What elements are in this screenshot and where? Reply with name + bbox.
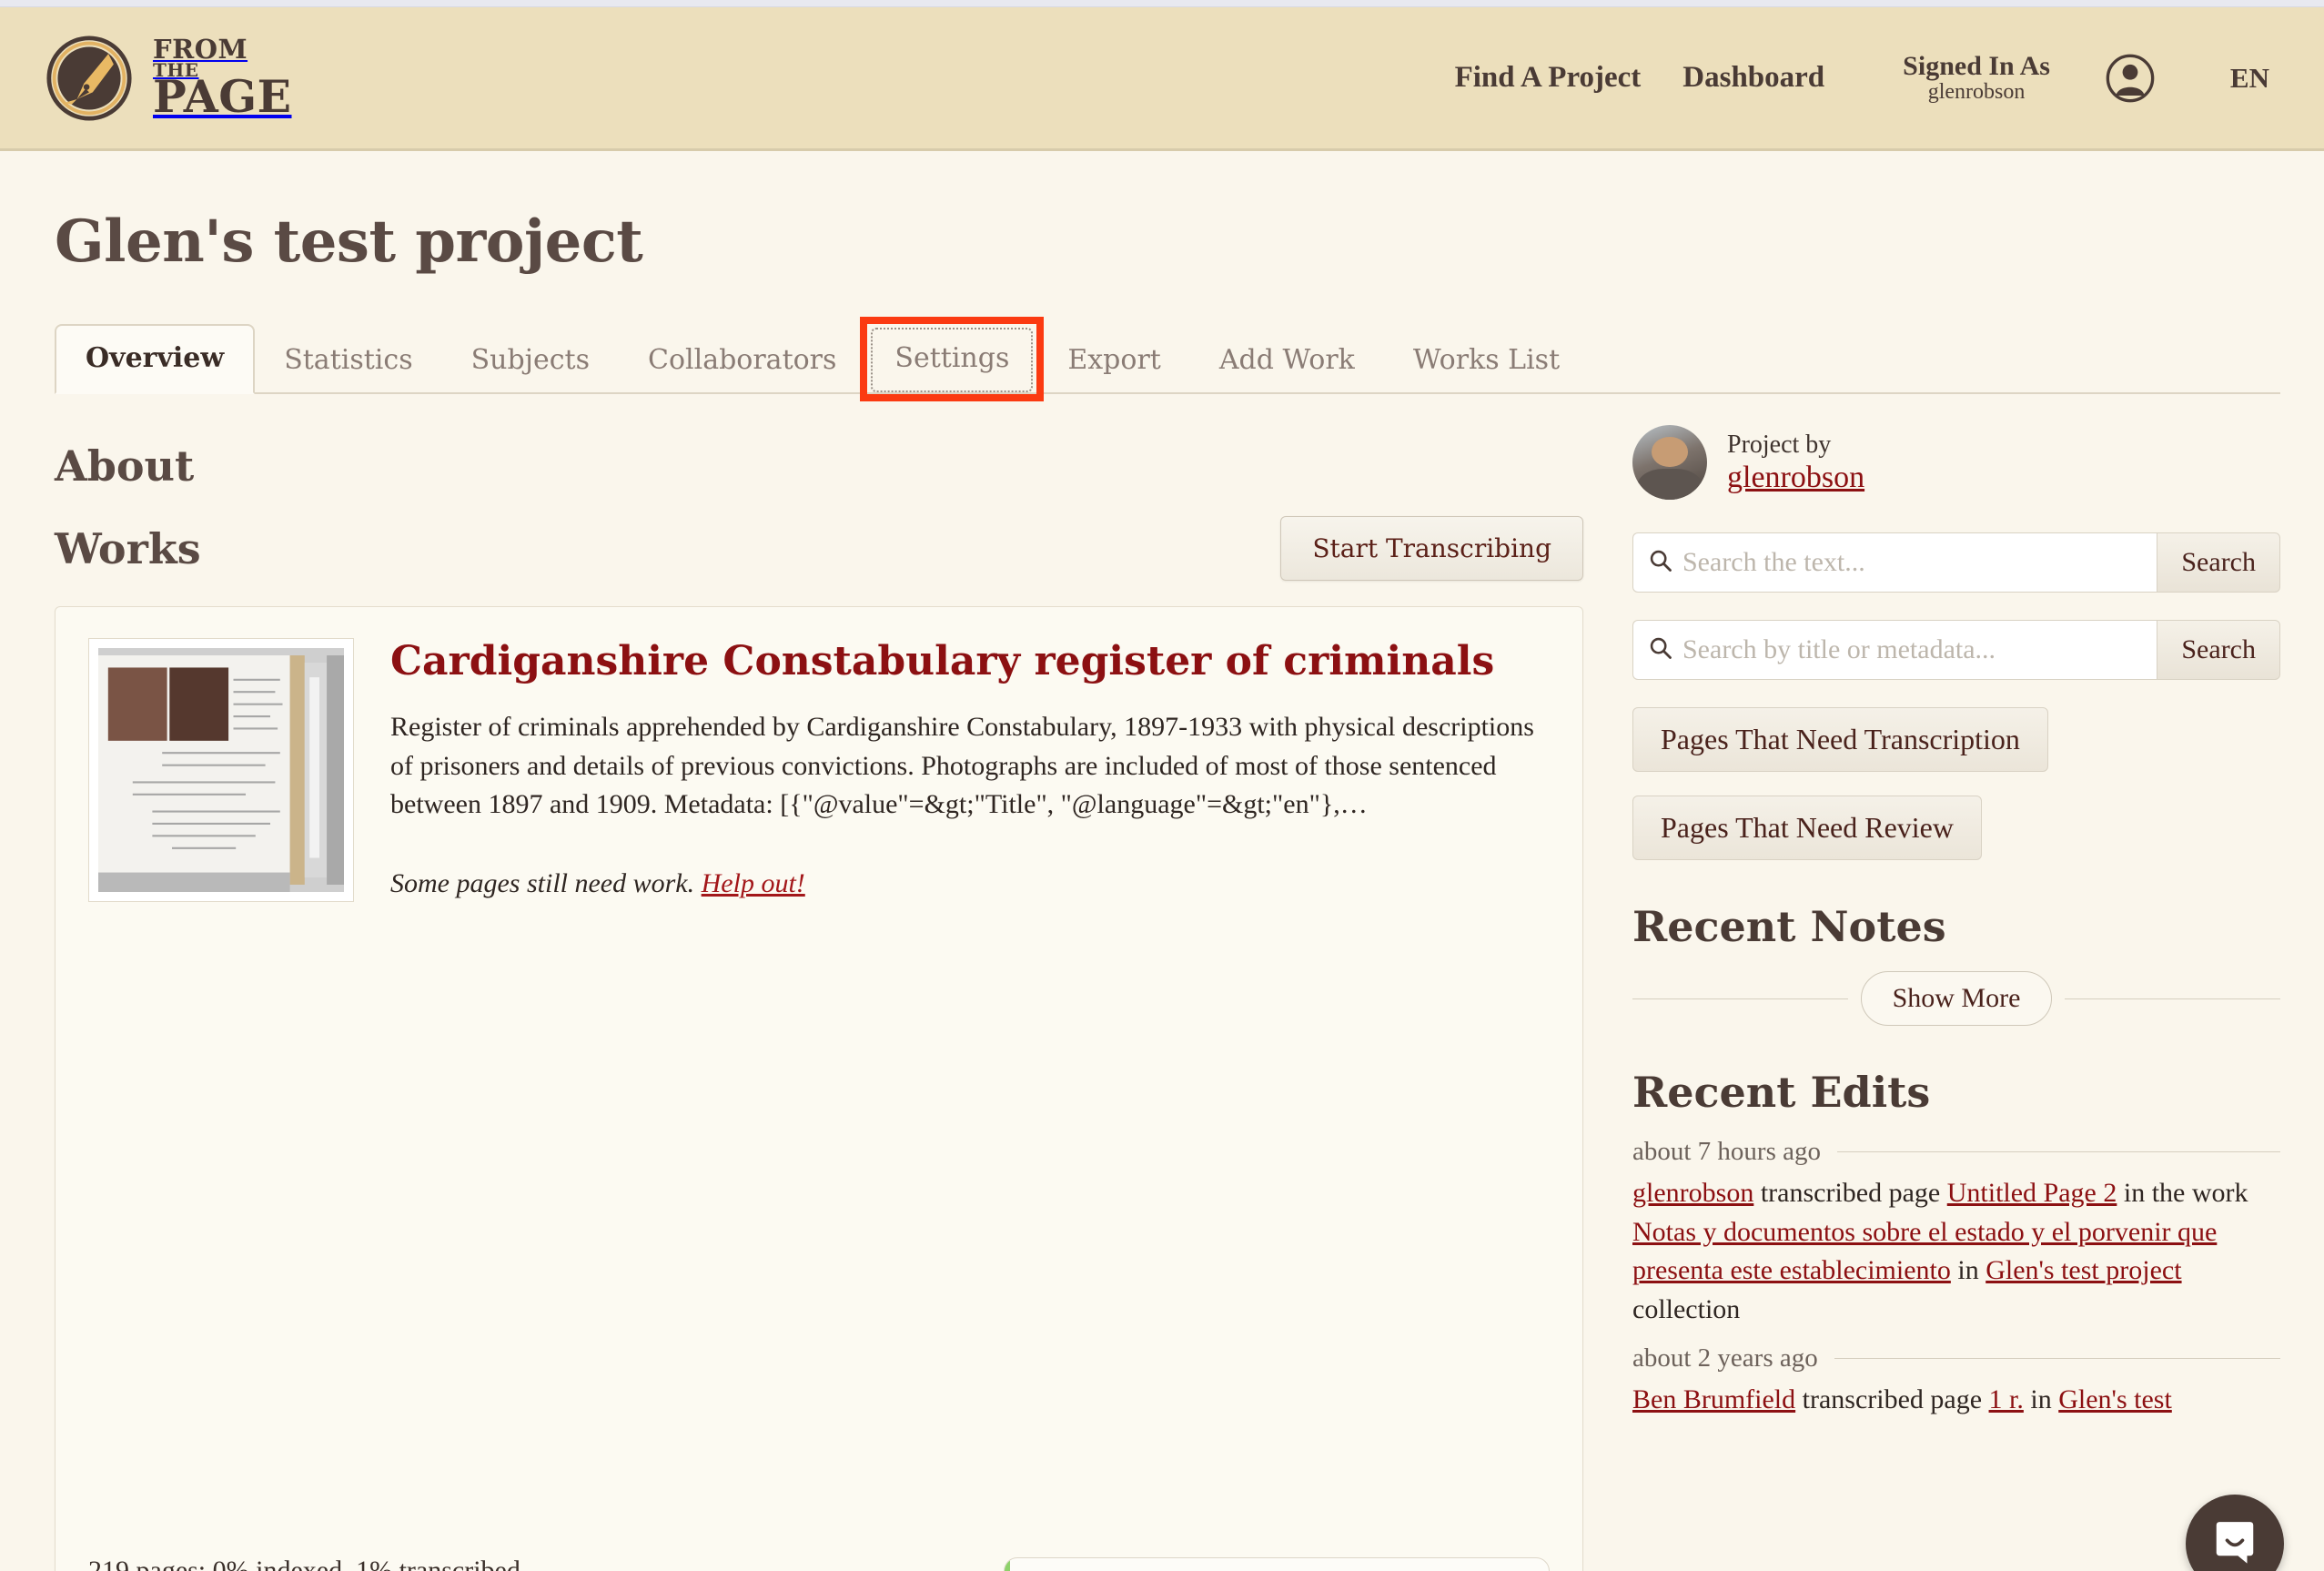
user-avatar-icon[interactable] — [2105, 53, 2156, 104]
project-tabs: Overview Statistics Subjects Collaborato… — [55, 317, 2280, 401]
recent-edit-text: Ben Brumfield transcribed page 1 r. in G… — [1632, 1384, 2172, 1415]
timestamp-divider — [1834, 1358, 2280, 1360]
nav-find-a-project[interactable]: Find A Project — [1455, 61, 1642, 95]
search-icon — [1648, 548, 1673, 578]
recent-notes-heading: Recent Notes — [1632, 902, 1946, 951]
logo-wordmark: FROM THE PAGE — [153, 34, 292, 123]
tab-statistics[interactable]: Statistics — [255, 328, 441, 394]
project-owner-text: Project by glenrobson — [1727, 430, 1864, 495]
search-metadata-input[interactable]: Search by title or metadata... — [1632, 620, 2157, 680]
search-text-row: Search the text... Search — [1632, 532, 2280, 593]
pages-need-transcription-button[interactable]: Pages That Need Transcription — [1632, 707, 2048, 772]
project-owner-avatar — [1632, 425, 1707, 500]
work-progress-fill — [1005, 1558, 1010, 1571]
works-header-row: Works Start Transcribing — [55, 516, 1583, 581]
recent-edit-link[interactable]: Glen's test project — [1986, 1255, 2181, 1285]
start-transcribing-button[interactable]: Start Transcribing — [1280, 516, 1583, 581]
recent-edit-timestamp-row: about 2 years ago — [1632, 1343, 2280, 1373]
work-help-out-link[interactable]: Help out! — [702, 868, 805, 898]
recent-edit-link[interactable]: Glen's test — [2058, 1384, 2172, 1414]
signed-in-username: glenrobson — [1927, 79, 2026, 104]
pages-need-review-button[interactable]: Pages That Need Review — [1632, 796, 1982, 860]
work-description: Register of criminals apprehended by Car… — [390, 712, 1534, 820]
main-column: About Works Start Transcribing Cardigans… — [55, 403, 1583, 1571]
search-metadata-placeholder: Search by title or metadata... — [1682, 634, 1996, 664]
work-thumbnail-frame — [88, 638, 354, 902]
signed-in-block[interactable]: Signed In As glenrobson — [1903, 52, 2050, 104]
chat-bubble-icon — [2210, 1517, 2259, 1571]
work-card: Cardiganshire Constabulary register of c… — [55, 606, 1583, 1571]
recent-edit-link[interactable]: Untitled Page 2 — [1947, 1178, 2117, 1208]
tab-settings[interactable]: Settings — [860, 317, 1045, 401]
divider-left — [1632, 998, 1848, 999]
recent-edit-link[interactable]: 1 r. — [1989, 1384, 2024, 1414]
recent-edit-link[interactable]: glenrobson — [1632, 1178, 1753, 1208]
site-logo[interactable]: FROM THE PAGE — [45, 35, 292, 122]
search-icon — [1648, 635, 1673, 665]
about-heading: About — [55, 441, 195, 491]
nav-dashboard[interactable]: Dashboard — [1682, 61, 1824, 95]
recent-edit-entry: about 7 hours ago glenrobson transcribed… — [1632, 1137, 2280, 1329]
work-card-top: Cardiganshire Constabulary register of c… — [88, 638, 1550, 1521]
tab-overview[interactable]: Overview — [55, 324, 256, 394]
sidebar: Project by glenrobson Search the text...… — [1632, 403, 2280, 1571]
work-stats: 219 pages: 0% indexed, 1% transcribed — [88, 1556, 520, 1571]
logo-line-1: FROM — [153, 34, 248, 66]
recent-edit-timestamp: about 7 hours ago — [1632, 1137, 1821, 1166]
site-header: FROM THE PAGE Find A Project Dashboard S… — [0, 7, 2324, 151]
tab-works-list[interactable]: Works List — [1384, 328, 1589, 394]
search-text-button[interactable]: Search — [2157, 532, 2280, 593]
recent-edit-timestamp: about 2 years ago — [1632, 1343, 1818, 1373]
header-nav: Find A Project Dashboard Signed In As gl… — [1455, 52, 2269, 104]
search-text-input[interactable]: Search the text... — [1632, 532, 2157, 593]
work-title-link[interactable]: Cardiganshire Constabulary register of c… — [390, 638, 1550, 684]
logo-line-3: PAGE — [153, 70, 292, 123]
page-title: Glen's test project — [55, 208, 643, 276]
fountain-pen-nib-logo-icon — [45, 35, 133, 122]
recent-edit-text: glenrobson transcribed page Untitled Pag… — [1632, 1178, 2248, 1324]
work-status-text: Some pages still need work. — [390, 867, 695, 898]
project-by-label: Project by — [1727, 431, 1832, 460]
search-metadata-row: Search by title or metadata... Search — [1632, 620, 2280, 680]
divider-right — [2065, 998, 2280, 999]
language-selector[interactable]: EN — [2230, 62, 2269, 95]
search-text-placeholder: Search the text... — [1682, 547, 1865, 577]
page-container: Glen's test project Overview Statistics … — [0, 208, 2324, 1571]
recent-edit-link[interactable]: Ben Brumfield — [1632, 1384, 1795, 1414]
search-metadata-button[interactable]: Search — [2157, 620, 2280, 680]
work-thumbnail-image — [98, 648, 344, 892]
timestamp-divider — [1837, 1151, 2280, 1152]
browser-scroll-strip — [0, 0, 2324, 7]
recent-notes-show-more-row: Show More — [1632, 971, 2280, 1026]
project-owner: Project by glenrobson — [1632, 425, 2280, 500]
work-status-note: Some pages still need work. Help out! — [390, 868, 1550, 899]
tab-collaborators[interactable]: Collaborators — [619, 328, 865, 394]
work-card-footer: 219 pages: 0% indexed, 1% transcribed — [88, 1556, 1550, 1571]
recent-edit-entry: about 2 years ago Ben Brumfield transcri… — [1632, 1343, 2280, 1420]
works-heading: Works — [55, 523, 201, 573]
recent-edits-heading: Recent Edits — [1632, 1068, 1931, 1117]
tab-subjects[interactable]: Subjects — [442, 328, 619, 394]
project-owner-link[interactable]: glenrobson — [1727, 461, 1864, 495]
work-card-body: Cardiganshire Constabulary register of c… — [390, 638, 1550, 1521]
content-columns: About Works Start Transcribing Cardigans… — [55, 403, 2280, 1571]
work-thumbnail[interactable] — [88, 638, 354, 1521]
tab-export[interactable]: Export — [1038, 328, 1189, 394]
signed-in-label: Signed In As — [1903, 51, 2050, 82]
show-more-button[interactable]: Show More — [1860, 971, 2053, 1026]
recent-edit-timestamp-row: about 7 hours ago — [1632, 1137, 2280, 1167]
tab-add-work[interactable]: Add Work — [1190, 328, 1384, 394]
work-progress-bar — [1004, 1557, 1550, 1571]
